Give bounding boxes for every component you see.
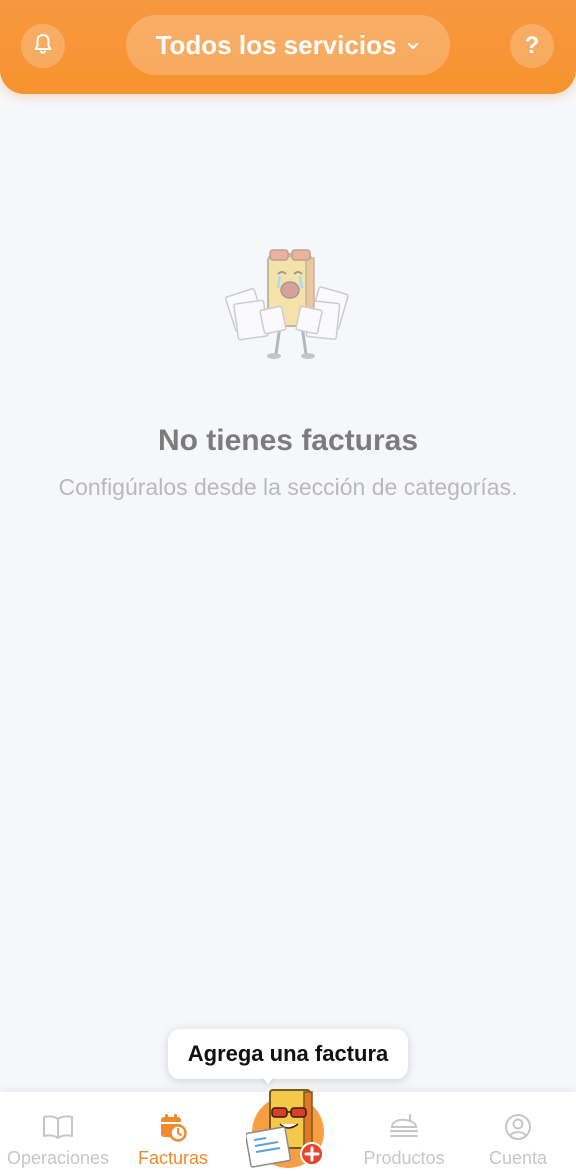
service-selector[interactable]: Todos los servicios: [126, 15, 450, 75]
notifications-button[interactable]: [21, 24, 65, 68]
nav-item-facturas[interactable]: Facturas: [120, 1092, 226, 1174]
nav-label-cuenta: Cuenta: [488, 1148, 548, 1168]
tooltip-arrow: [259, 1074, 277, 1084]
user-circle-icon: [503, 1112, 533, 1142]
empty-state-title: No tienes facturas: [157, 424, 419, 457]
nav-label-operaciones: Operaciones: [6, 1148, 110, 1168]
food-tray-icon: [388, 1112, 420, 1142]
add-invoice-tooltip: Agrega una factura: [168, 1029, 408, 1079]
tooltip-text: Agrega una factura: [187, 1041, 389, 1066]
add-invoice-button[interactable]: [246, 1086, 330, 1170]
top-header: Todos los servicios ?: [0, 0, 576, 94]
nav-label-facturas: Facturas: [137, 1148, 209, 1168]
calendar-clock-icon: [159, 1112, 187, 1142]
invoices-screen: Todos los servicios ? No tienes facturas…: [0, 0, 576, 1174]
nav-label-productos: Productos: [363, 1148, 445, 1168]
nav-item-cuenta[interactable]: Cuenta: [470, 1092, 566, 1174]
book-icon: [42, 1112, 74, 1142]
crying-mascot-illustration: [224, 249, 349, 359]
invoice-paper: [246, 1126, 292, 1168]
help-button[interactable]: ?: [510, 24, 554, 68]
nav-item-operaciones[interactable]: Operaciones: [0, 1092, 116, 1174]
empty-state-subtitle: Configúralos desde la sección de categor…: [58, 474, 518, 500]
bell-icon: [33, 33, 53, 60]
help-icon: ?: [524, 32, 540, 59]
chevron-down-icon: [406, 41, 420, 51]
nav-item-productos[interactable]: Productos: [346, 1092, 462, 1174]
service-selector-label: Todos los servicios: [155, 29, 397, 60]
plus-icon: [300, 1142, 324, 1166]
